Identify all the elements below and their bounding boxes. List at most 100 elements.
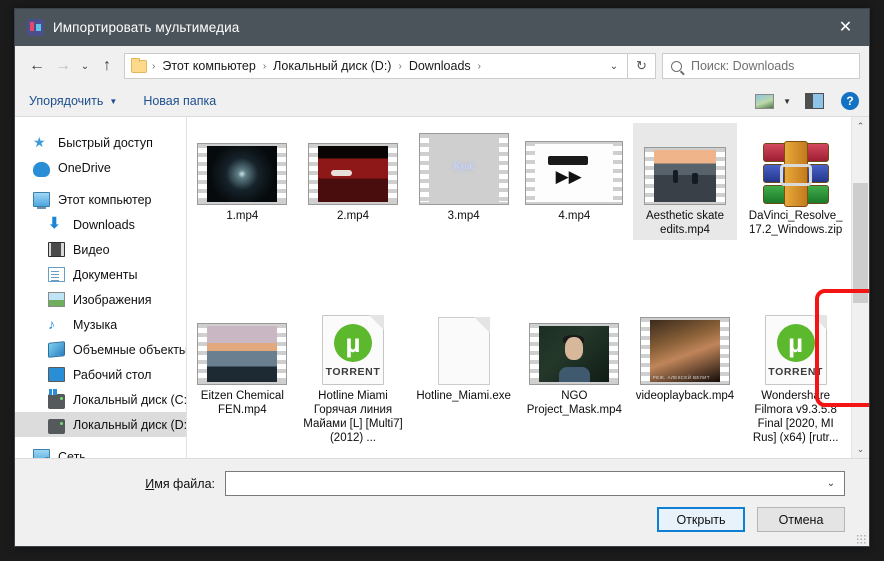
breadcrumb-separator: › — [398, 60, 402, 72]
scroll-down-icon[interactable]: ⌄ — [852, 440, 869, 458]
film-perforation — [719, 320, 729, 382]
filename-label: Имя файла: — [15, 477, 225, 491]
file-item[interactable]: NGO Project_Mask.mp4 — [519, 297, 630, 458]
film-perforation — [277, 326, 287, 382]
sidebar-item-12[interactable]: Сеть — [15, 444, 186, 458]
file-item[interactable]: DaVinci_Resolve_17.2_Windows.zip — [740, 117, 851, 297]
forward-button[interactable]: → — [50, 53, 76, 79]
dialog-footer: Имя файла: ⌄ Открыть Отмена — [15, 458, 869, 546]
dialog-body: ★ Быстрый доступ OneDrive Этот компьютер ⬇ Do… — [15, 117, 869, 458]
chevron-down-icon[interactable]: ⌄ — [822, 478, 840, 489]
back-button[interactable]: ← — [24, 53, 50, 79]
sidebar-item-5[interactable]: Документы — [15, 262, 186, 287]
film-perforation — [198, 326, 208, 382]
file-name: 2.mp4 — [337, 210, 369, 222]
archive-buckle — [779, 164, 812, 186]
sidebar-item-9[interactable]: Рабочий стол — [15, 362, 186, 387]
preview-pane-icon[interactable] — [805, 93, 824, 109]
file-item[interactable]: 2.mp4 — [298, 117, 409, 297]
scroll-up-icon[interactable]: ⌃ — [852, 117, 869, 135]
help-icon[interactable]: ? — [841, 92, 859, 110]
cancel-button[interactable]: Отмена — [757, 507, 845, 532]
sidebar-item-1[interactable]: OneDrive — [15, 155, 186, 180]
sidebar-item-8[interactable]: Объемные объекты — [15, 337, 186, 362]
thumbnail-caption: РЕЖ. АЛЕКСЕЙ ВЕЛИТ — [652, 374, 710, 380]
window-title: Импортировать мультимедиа — [53, 20, 240, 35]
open-button[interactable]: Открыть — [657, 507, 745, 532]
filename-input[interactable]: ⌄ — [225, 471, 845, 496]
breadcrumb[interactable]: › Этот компьютер › Локальный диск (D:) ›… — [124, 53, 628, 79]
new-folder-button[interactable]: Новая папка — [143, 94, 216, 108]
thumbnail-figure — [692, 172, 698, 185]
chevron-down-icon[interactable]: ⌄ — [603, 61, 625, 72]
file-name: Eitzen Chemical FEN.mp4 — [200, 390, 284, 416]
search-icon — [671, 60, 682, 72]
file-item[interactable]: µ TORRENT Wondershare Filmora v9.3.5.8 Fin… — [740, 297, 851, 458]
video-thumbnail — [643, 147, 726, 205]
breadcrumb-item-this-pc[interactable]: Этот компьютер — [160, 59, 257, 73]
video-icon — [48, 242, 65, 257]
thumbnail-image: РЕЖ. АЛЕКСЕЙ ВЕЛИТ — [649, 320, 720, 382]
thumbnail-wrapper: ▶▶ — [525, 127, 624, 205]
breadcrumb-item-local-disk-d[interactable]: Локальный диск (D:) — [271, 59, 393, 73]
file-item[interactable]: Eitzen Chemical FEN.mp4 — [187, 297, 298, 458]
sidebar-item-3[interactable]: ⬇ Downloads — [15, 212, 186, 237]
chevron-down-icon[interactable]: ▼ — [783, 97, 791, 106]
sidebar-item-4[interactable]: Видео — [15, 237, 186, 262]
chevron-down-icon: ▼ — [109, 96, 118, 106]
sidebar-item-7[interactable]: ♪ Музыка — [15, 312, 186, 337]
thumbnail-figure — [672, 169, 679, 184]
torrent-label: TORRENT — [768, 366, 824, 378]
sidebar-item-6[interactable]: Изображения — [15, 287, 186, 312]
breadcrumb-item-downloads[interactable]: Downloads — [407, 59, 473, 73]
file-item[interactable]: Hotline_Miami.exe — [408, 297, 519, 458]
search-input[interactable]: Поиск: Downloads — [662, 53, 860, 79]
file-item[interactable]: РЕЖ. АЛЕКСЕЙ ВЕЛИТ videoplayback.mp4 — [630, 297, 741, 458]
resize-grip[interactable] — [856, 534, 866, 544]
file-item[interactable]: µ TORRENT Hotline Miami Горячая линия Майа… — [298, 297, 409, 458]
filename-row: Имя файла: ⌄ — [15, 459, 869, 496]
file-name: NGO Project_Mask.mp4 — [526, 390, 622, 416]
sidebar-item-10[interactable]: Локальный диск (C:) — [15, 387, 186, 412]
network-icon — [33, 449, 51, 458]
thumbnail-wrapper — [529, 307, 620, 385]
thumbnail-wrapper: Kyok — [418, 127, 509, 205]
recent-locations-button[interactable]: ⌄ — [76, 53, 94, 79]
file-name: Hotline_Miami.exe — [416, 390, 511, 402]
sidebar-item-0[interactable]: ★ Быстрый доступ — [15, 130, 186, 155]
breadcrumb-separator: › — [152, 60, 156, 72]
torrent-label: TORRENT — [325, 366, 381, 378]
sidebar-item-label: Этот компьютер — [58, 192, 152, 207]
file-item[interactable]: 1.mp4 — [187, 117, 298, 297]
thumbnail-wrapper: РЕЖ. АЛЕКСЕЙ ВЕЛИТ — [639, 307, 730, 385]
sidebar-item-2[interactable]: Этот компьютер — [15, 187, 186, 212]
thumbnail-wrapper — [762, 127, 829, 207]
organize-button[interactable]: Упорядочить ▼ — [29, 94, 117, 108]
sidebar-item-label: Быстрый доступ — [58, 135, 153, 150]
thumbnail-wrapper — [437, 307, 490, 385]
computer-icon — [33, 192, 50, 209]
file-item-inner: Eitzen Chemical FEN.mp4 — [190, 303, 294, 420]
film-perforation — [308, 146, 318, 202]
page-fold — [473, 317, 490, 333]
thumbnail-image — [539, 326, 610, 382]
up-button[interactable]: ↑ — [94, 53, 120, 79]
utorrent-logo: µ — [776, 324, 815, 362]
film-perforation — [530, 326, 540, 382]
file-item-inner: Hotline_Miami.exe — [412, 303, 516, 406]
breadcrumb-separator: › — [477, 60, 481, 72]
sidebar-item-11[interactable]: Локальный диск (D:) — [15, 412, 186, 437]
thumbnail-wrapper — [197, 307, 288, 385]
thumbnail-image — [653, 150, 716, 202]
navigation-list: ★ Быстрый доступ OneDrive Этот компьютер ⬇ Do… — [15, 130, 186, 458]
change-view-icon[interactable] — [755, 93, 775, 109]
file-item[interactable]: Aesthetic skate edits.mp4 — [630, 117, 741, 297]
filename-label-mnemonic: И — [145, 476, 155, 491]
close-icon[interactable]: ✕ — [822, 9, 869, 46]
file-item[interactable]: Kyok 3.mp4 — [408, 117, 519, 297]
file-item[interactable]: ▶▶ 4.mp4 — [519, 117, 630, 297]
vertical-scrollbar[interactable]: ⌃ ⌄ — [851, 117, 869, 458]
refresh-icon[interactable]: ↻ — [628, 53, 656, 79]
scrollbar-thumb[interactable] — [853, 183, 868, 303]
